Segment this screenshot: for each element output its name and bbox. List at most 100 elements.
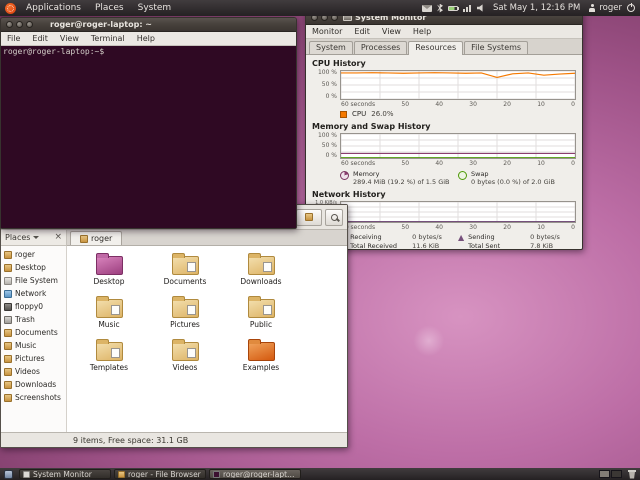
maximize-button[interactable] [26,21,33,28]
location-button[interactable] [296,209,322,226]
axis-tick: 30 [469,223,477,232]
folder-icon [96,342,123,361]
tab-resources[interactable]: Resources [408,41,463,55]
tab-processes[interactable]: Processes [354,41,407,54]
workspace-2[interactable] [611,470,622,478]
memory-x-axis: 60 seconds 50 40 30 20 10 0 [340,159,576,168]
clock[interactable]: Sat May 1, 12:16 PM [490,3,583,13]
bluetooth-icon[interactable] [437,4,443,13]
axis-tick: 60 seconds [341,159,375,168]
taskbar-button[interactable]: roger - File Browser [114,469,206,479]
network-history-chart [340,201,576,223]
volume-icon[interactable] [477,4,485,12]
place-label: roger [15,250,35,259]
show-desktop-button[interactable] [4,470,13,479]
tab-roger[interactable]: roger [70,231,122,245]
menu-edit[interactable]: Edit [26,32,54,45]
close-sidebar-button[interactable]: × [54,233,62,242]
window-list: System Monitor roger - File Browser roge… [19,469,304,479]
terminal-titlebar[interactable]: roger@roger-laptop: ~ [1,18,296,32]
workspace-1[interactable] [599,470,610,478]
sidebar-item[interactable]: Network [1,287,66,300]
sidebar-item[interactable]: Screenshots [1,391,66,404]
file-icon[interactable]: Music [71,295,147,329]
file-list-area[interactable]: Desktop Documents Downloads Music Pictur… [67,246,347,432]
menu-edit[interactable]: Edit [348,25,376,38]
taskbar-button[interactable]: roger@roger-laptop: ~ [209,469,301,479]
sending-value: 0 bytes/s [530,234,560,242]
file-icon[interactable]: Documents [147,252,223,286]
place-icon [4,290,12,298]
file-label: Documents [164,277,207,286]
menu-view[interactable]: View [54,32,85,45]
file-icon[interactable]: Pictures [147,295,223,329]
total-received-value: 11.6 KiB [412,243,442,249]
axis-tick: 100 % [318,70,337,76]
menu-system[interactable]: System [131,0,179,16]
menu-applications[interactable]: Applications [19,0,88,16]
places-header[interactable]: Places × [1,230,67,246]
sidebar-item[interactable]: File System [1,274,66,287]
taskbar-button[interactable]: System Monitor [19,469,111,479]
taskbar-button-label: System Monitor [33,470,92,479]
file-icon[interactable]: Templates [71,338,147,372]
memory-legend-item: Memory 289.4 MiB (19.2 %) of 1.5 GiB [340,170,458,186]
file-icon[interactable]: Desktop [71,252,147,286]
axis-tick: 10 [537,223,545,232]
menu-places[interactable]: Places [88,0,131,16]
sidebar-item[interactable]: Desktop [1,261,66,274]
place-label: Documents [15,328,58,337]
folder-icon [172,256,199,275]
sending-legend-item: ▲ Sending 0 bytes/s Total Sent 7.8 KiB [458,234,576,249]
place-icon [4,329,12,337]
axis-tick: 10 [537,159,545,168]
sidebar-item[interactable]: Trash [1,313,66,326]
battery-icon[interactable] [448,6,458,11]
menu-monitor[interactable]: Monitor [306,25,348,38]
file-icon[interactable]: Downloads [223,252,299,286]
workspace-switcher[interactable] [599,470,622,478]
cpu-x-axis: 60 seconds 50 40 30 20 10 0 [340,100,576,109]
sidebar-item[interactable]: Pictures [1,352,66,365]
axis-tick: 60 seconds [341,100,375,109]
file-icon[interactable]: Videos [147,338,223,372]
file-label: Downloads [240,277,281,286]
sidebar-item[interactable]: floppy0 [1,300,66,313]
file-icon[interactable]: Examples [223,338,299,372]
menu-file[interactable]: File [1,32,26,45]
menu-view[interactable]: View [376,25,407,38]
sending-arrow-icon: ▲ [458,234,464,242]
trash-icon[interactable] [628,470,636,479]
close-button[interactable] [6,21,13,28]
receiving-legend-item: ▼ Receiving 0 bytes/s Total Received 11.… [340,234,458,249]
tab-file-systems[interactable]: File Systems [464,41,528,54]
sidebar-item[interactable]: roger [1,248,66,261]
menu-help[interactable]: Help [131,32,161,45]
me-menu[interactable]: roger [588,3,622,13]
axis-tick: 40 [435,100,443,109]
ubuntu-logo-icon[interactable] [5,3,16,14]
sidebar-item[interactable]: Music [1,339,66,352]
file-label: Videos [173,363,198,372]
place-label: Trash [15,315,35,324]
power-icon[interactable] [627,4,635,12]
place-icon [4,264,12,272]
menu-help[interactable]: Help [407,25,437,38]
tab-system[interactable]: System [309,41,353,54]
search-button[interactable] [325,209,343,226]
axis-tick: 30 [469,100,477,109]
network-signal-icon[interactable] [463,5,472,12]
file-icon[interactable]: Public [223,295,299,329]
folder-icon [172,342,199,361]
terminal-body[interactable]: roger@roger-laptop:~$ [1,46,296,228]
mail-indicator-icon[interactable] [422,5,432,12]
cpu-history-chart [340,70,576,100]
sidebar-item[interactable]: Videos [1,365,66,378]
memory-value: 289.4 MiB (19.2 %) of 1.5 GiB [353,178,450,186]
sidebar-item[interactable]: Documents [1,326,66,339]
taskbar-button-icon [213,471,220,478]
sidebar-item[interactable]: Downloads [1,378,66,391]
minimize-button[interactable] [16,21,23,28]
sending-label: Sending [468,234,524,242]
menu-terminal[interactable]: Terminal [85,32,131,45]
